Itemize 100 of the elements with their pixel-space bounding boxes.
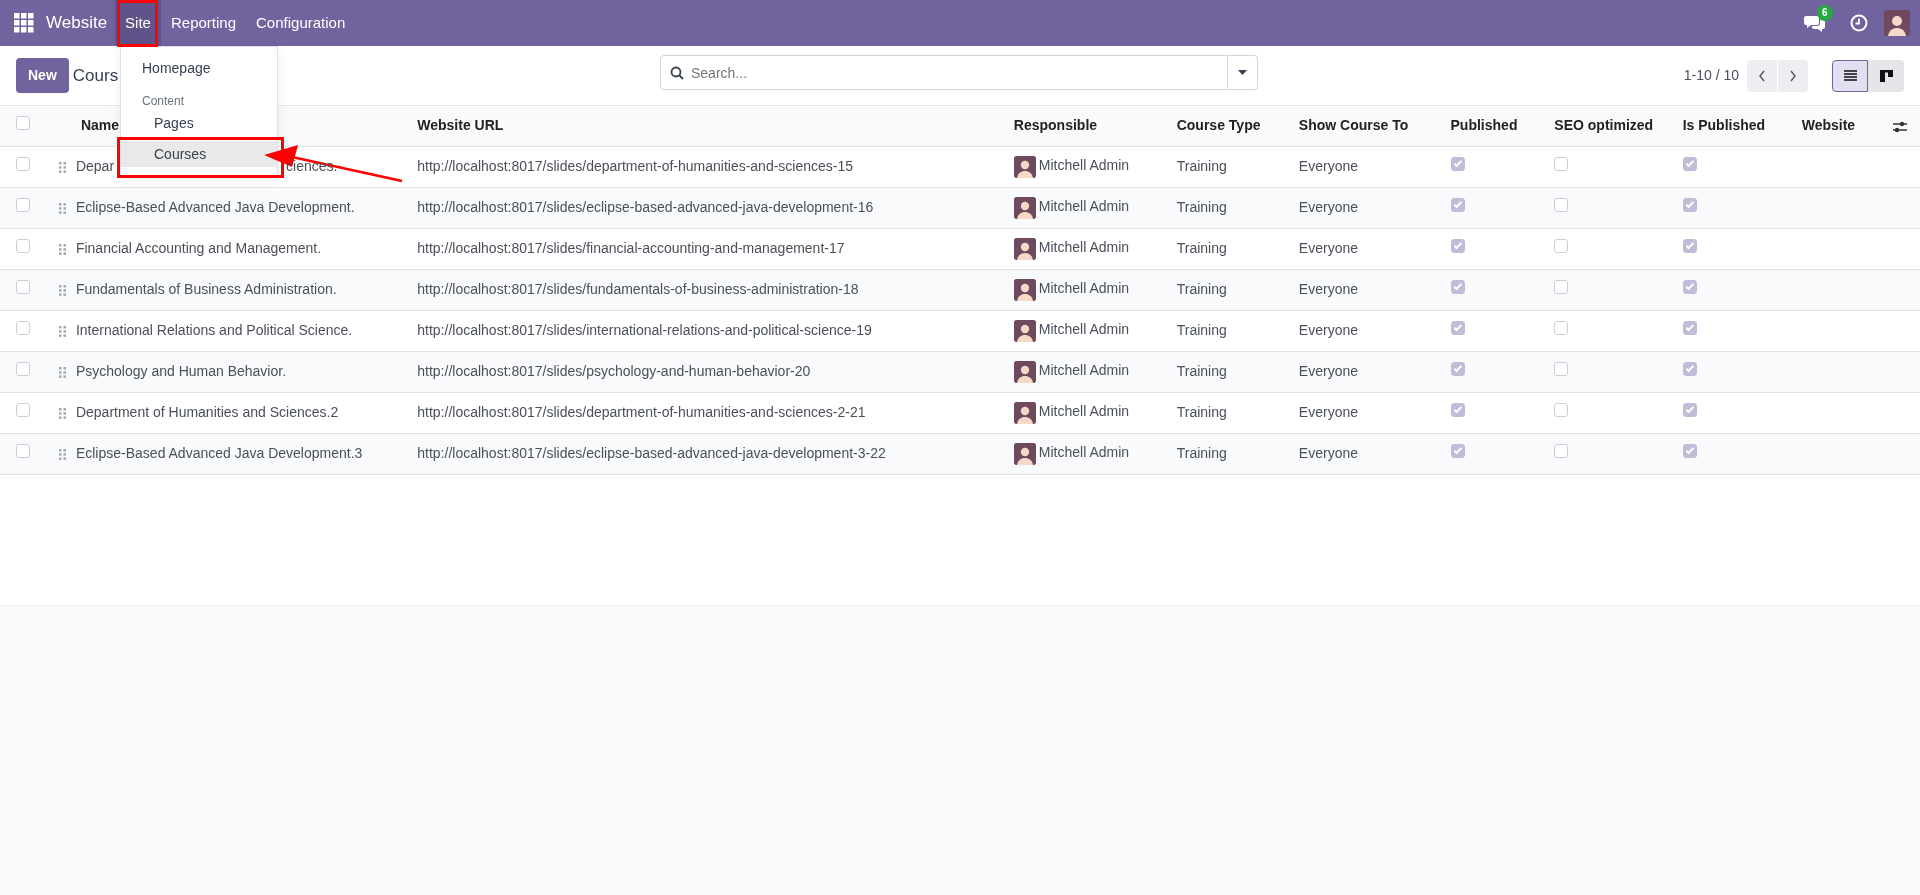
- checkbox[interactable]: [1554, 239, 1569, 253]
- checkbox[interactable]: [1450, 403, 1465, 417]
- chevron-right-icon: [1789, 69, 1797, 82]
- checkbox[interactable]: [1682, 362, 1697, 376]
- next-button[interactable]: [1778, 59, 1808, 92]
- checkbox[interactable]: [16, 321, 30, 335]
- user-name: Mitchell Admin: [1038, 280, 1130, 297]
- checkbox[interactable]: [1450, 239, 1465, 253]
- course-name: Financial Accounting and Management.: [75, 240, 322, 256]
- breadcrumb-title: Cours: [72, 64, 119, 87]
- checkbox[interactable]: [1682, 157, 1697, 171]
- caret-icon: [1238, 70, 1247, 75]
- course-name: Eclipse-Based Advanced Java Development.: [75, 199, 355, 215]
- checkbox[interactable]: [1554, 444, 1569, 458]
- drag-handle-icon[interactable]: [58, 161, 66, 173]
- table-cell: Training: [1176, 322, 1227, 338]
- menu-item[interactable]: Courses: [121, 141, 277, 167]
- checkbox[interactable]: [1554, 403, 1569, 417]
- url-text: http://localhost:8017/slides/international-relations-and-political-science-19: [417, 322, 872, 338]
- user-name: Mitchell Admin: [1038, 321, 1130, 338]
- table-cell: Everyone: [1298, 240, 1358, 256]
- chat-icon[interactable]: [1804, 14, 1826, 32]
- table-cell: Training: [1176, 363, 1227, 379]
- checkbox[interactable]: [1682, 280, 1697, 294]
- checkbox[interactable]: [1682, 198, 1697, 212]
- checkbox[interactable]: [1450, 157, 1465, 171]
- drag-handle-icon[interactable]: [58, 366, 66, 378]
- column-header[interactable]: Name: [80, 117, 120, 134]
- url-text: http://localhost:8017/slides/eclipse-based-advanced-java-development-16: [417, 199, 874, 215]
- checkbox[interactable]: [16, 116, 30, 131]
- user-name: Mitchell Admin: [1038, 403, 1130, 420]
- course-name: Fundamentals of Business Administration.: [75, 281, 337, 297]
- clock-icon[interactable]: [1850, 14, 1868, 32]
- url-text: http://localhost:8017/slides/department-of-humanities-and-sciences-2-21: [417, 404, 866, 420]
- menu-section-header: Content: [141, 93, 186, 110]
- checkbox[interactable]: [1450, 444, 1465, 458]
- table-cell: Training: [1176, 158, 1227, 174]
- drag-handle-icon[interactable]: [58, 407, 66, 419]
- table-cell: Training: [1176, 281, 1227, 297]
- avatar-icon: [1013, 155, 1036, 178]
- avatar-icon: [1013, 319, 1036, 342]
- checkbox[interactable]: [1450, 280, 1465, 294]
- drag-handle-icon[interactable]: [58, 448, 66, 460]
- course-name: ciences.: [286, 157, 338, 176]
- checkbox[interactable]: [16, 403, 30, 417]
- course-name: International Relations and Political Science.: [75, 322, 353, 338]
- table-cell: Everyone: [1298, 281, 1358, 297]
- avatar-icon[interactable]: [1884, 10, 1910, 36]
- table-cell: Everyone: [1298, 158, 1358, 174]
- checkbox[interactable]: [16, 198, 30, 212]
- checkbox[interactable]: [1682, 239, 1697, 253]
- checkbox[interactable]: [16, 157, 30, 171]
- drag-handle-icon[interactable]: [58, 325, 66, 337]
- checkbox[interactable]: [1682, 403, 1697, 417]
- checkbox[interactable]: [1682, 321, 1697, 335]
- list-view-button[interactable]: [1832, 59, 1868, 92]
- avatar-icon: [1013, 237, 1036, 260]
- search-options-toggle[interactable]: [1228, 55, 1258, 90]
- chevron-left-icon: [1758, 69, 1766, 82]
- checkbox[interactable]: [16, 362, 30, 376]
- pager-value[interactable]: 1-10 / 10: [1683, 65, 1739, 86]
- new-button[interactable]: New: [16, 58, 69, 93]
- checkbox[interactable]: [1682, 444, 1697, 458]
- previous-button[interactable]: [1747, 59, 1777, 92]
- course-name: Department of Humanities and Sciences.2: [75, 404, 339, 420]
- drag-handle-icon[interactable]: [58, 202, 66, 214]
- column-header[interactable]: Website URL: [417, 117, 504, 134]
- checkbox[interactable]: [1450, 321, 1465, 335]
- checkbox[interactable]: [16, 280, 30, 294]
- user-name: Mitchell Admin: [1038, 198, 1130, 215]
- list-icon: [1843, 70, 1857, 81]
- drag-handle-icon[interactable]: [58, 243, 66, 255]
- apps-grid-icon[interactable]: [14, 13, 34, 33]
- checkbox[interactable]: [1554, 280, 1569, 294]
- url-text: http://localhost:8017/slides/eclipse-based-advanced-java-development-3-22: [417, 445, 886, 461]
- avatar-icon: [1013, 442, 1036, 465]
- checkbox[interactable]: [1554, 157, 1569, 171]
- table-cell: Training: [1176, 199, 1227, 215]
- checkbox[interactable]: [1450, 198, 1465, 212]
- checkbox[interactable]: [16, 444, 30, 458]
- user-name: Mitchell Admin: [1038, 444, 1130, 461]
- menu-item[interactable]: Reporting: [160, 0, 246, 46]
- avatar-icon: [1013, 196, 1036, 219]
- checkbox[interactable]: [1450, 362, 1465, 376]
- menu-item[interactable]: Pages: [121, 110, 277, 136]
- kanban-view-button[interactable]: [1868, 59, 1904, 92]
- search-field[interactable]: Search...: [660, 55, 1228, 90]
- checkbox[interactable]: [16, 239, 30, 253]
- highlight-overlay: [117, 0, 158, 47]
- drag-handle-icon[interactable]: [58, 284, 66, 296]
- checkbox[interactable]: [1554, 321, 1569, 335]
- table-cell: Everyone: [1298, 445, 1358, 461]
- column-settings-icon[interactable]: [1893, 119, 1908, 134]
- checkbox[interactable]: [1554, 362, 1569, 376]
- checkbox[interactable]: [1554, 198, 1569, 212]
- table-cell: Everyone: [1298, 199, 1358, 215]
- menu-item[interactable]: Configuration: [246, 0, 356, 46]
- url-text: http://localhost:8017/slides/financial-accounting-and-management-17: [417, 240, 845, 256]
- avatar-icon: [1013, 360, 1036, 383]
- menu-item[interactable]: Homepage: [121, 53, 277, 84]
